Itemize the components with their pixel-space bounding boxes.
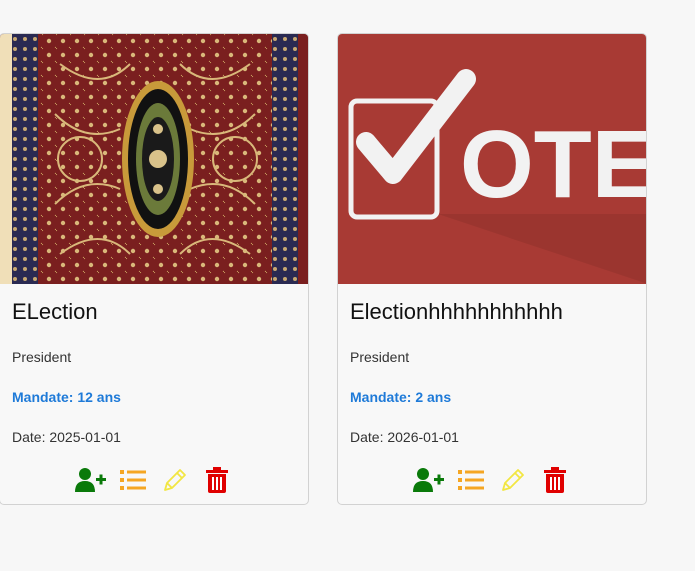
list-icon bbox=[120, 470, 146, 490]
edit-button[interactable] bbox=[497, 466, 529, 494]
edit-button[interactable] bbox=[159, 466, 191, 494]
list-button[interactable] bbox=[117, 466, 149, 494]
card-type: President bbox=[350, 349, 410, 365]
card-date: Date: 2026-01-01 bbox=[350, 429, 459, 445]
election-card: OTE Electionhhhhhhhhhhh President Mandat… bbox=[337, 33, 647, 505]
card-type: President bbox=[12, 349, 72, 365]
card-title: Electionhhhhhhhhhhh bbox=[350, 299, 563, 324]
list-icon bbox=[458, 470, 484, 490]
list-button[interactable] bbox=[455, 466, 487, 494]
add-candidate-button[interactable] bbox=[413, 466, 445, 494]
add-candidate-button[interactable] bbox=[75, 466, 107, 494]
add-user-icon bbox=[75, 468, 106, 492]
vote-image-text: OTE bbox=[460, 111, 646, 218]
card-actions bbox=[0, 466, 308, 494]
trash-icon bbox=[206, 467, 228, 493]
card-date: Date: 2025-01-01 bbox=[12, 429, 121, 445]
card-mandate: Mandate: 12 ans bbox=[12, 389, 121, 405]
card-actions bbox=[338, 466, 646, 494]
add-user-icon bbox=[413, 468, 444, 492]
delete-button[interactable] bbox=[201, 466, 233, 494]
card-image-carpet bbox=[0, 34, 308, 284]
card-image-vote: OTE bbox=[338, 34, 646, 284]
pencil-icon bbox=[502, 469, 524, 491]
trash-icon bbox=[544, 467, 566, 493]
card-mandate: Mandate: 2 ans bbox=[350, 389, 452, 405]
delete-button[interactable] bbox=[539, 466, 571, 494]
election-card: ELection President Mandate: 12 ans Date:… bbox=[0, 33, 309, 505]
pencil-icon bbox=[164, 469, 186, 491]
card-title: ELection bbox=[12, 299, 98, 324]
